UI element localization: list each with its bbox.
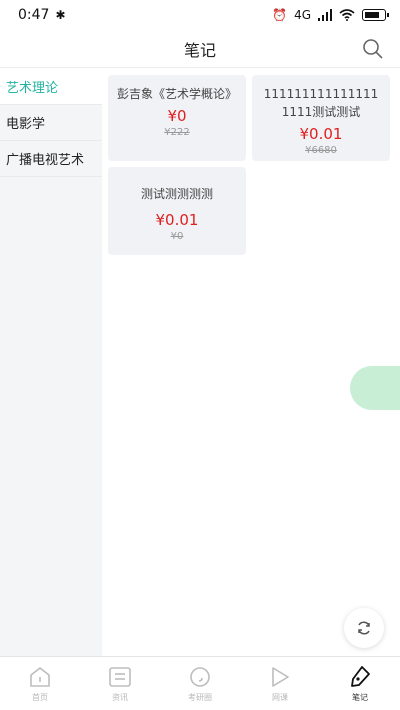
tab-label: 笔记 <box>352 692 368 702</box>
alarm-icon: ⏰ <box>272 8 288 22</box>
wifi-icon <box>339 9 355 21</box>
tab-notes[interactable]: 笔记 <box>320 657 400 710</box>
tab-label: 首页 <box>32 692 48 702</box>
battery-icon <box>362 9 389 21</box>
sidebar-item-film-studies[interactable]: 电影学 <box>0 105 102 141</box>
status-right: ⏰ 4G <box>272 8 389 22</box>
note-card-original-price: ¥222 <box>164 127 190 138</box>
tab-online-course[interactable]: 网课 <box>240 657 320 710</box>
note-card-title: 测试测测测测 <box>140 187 213 201</box>
tab-news[interactable]: 资讯 <box>80 657 160 710</box>
sidebar-item-label: 艺术理论 <box>6 81 59 96</box>
signal-label: 4G <box>294 8 311 22</box>
note-card-original-price: ¥0 <box>170 231 184 242</box>
circle-icon <box>190 666 210 687</box>
sidebar-item-art-theory[interactable]: 艺术理论 <box>0 69 102 105</box>
signal-icon <box>318 9 332 21</box>
note-card-original-price: ¥6680 <box>305 145 337 156</box>
refresh-icon <box>358 621 370 635</box>
header: 笔记 <box>0 30 400 68</box>
notes-grid: 彭吉象《艺术学概论》 ¥0 ¥222 1111111111111111111测试… <box>102 69 400 656</box>
bottom-tab-bar: 首页 资讯 考研圈 网课 笔记 <box>0 656 400 710</box>
home-icon <box>30 666 50 687</box>
tab-label: 资讯 <box>112 692 128 702</box>
note-card-price: ¥0.01 <box>299 125 343 143</box>
sidebar-item-label: 广播电视艺术 <box>6 153 85 168</box>
status-left: 0:47 ✱ <box>18 7 66 23</box>
note-card[interactable]: 测试测测测测 ¥0.01 ¥0 <box>108 167 246 255</box>
search-icon[interactable] <box>360 36 386 62</box>
note-card[interactable]: 1111111111111111111测试测试 ¥0.01 ¥6680 <box>252 75 390 161</box>
play-icon <box>272 666 289 687</box>
status-time: 0:47 <box>18 7 50 23</box>
pen-icon <box>351 665 370 687</box>
note-card-price: ¥0.01 <box>155 211 199 229</box>
tab-label: 网课 <box>272 692 288 702</box>
page-title: 笔记 <box>183 40 216 60</box>
sidebar-item-broadcast-tv-art[interactable]: 广播电视艺术 <box>0 141 102 177</box>
tab-label: 考研圈 <box>188 692 212 702</box>
status-bar: 0:47 ✱ ⏰ 4G <box>0 0 400 30</box>
news-icon <box>109 666 131 687</box>
tab-home[interactable]: 首页 <box>0 657 80 710</box>
bluetooth-icon: ✱ <box>55 8 66 22</box>
note-card-title: 彭吉象《艺术学概论》 <box>116 87 237 101</box>
note-card[interactable]: 彭吉象《艺术学概论》 ¥0 ¥222 <box>108 75 246 161</box>
tab-exam-circle[interactable]: 考研圈 <box>160 657 240 710</box>
refresh-button[interactable] <box>344 608 384 648</box>
note-card-title: 1111111111111111111测试测试 <box>263 87 379 119</box>
category-sidebar: 艺术理论 电影学 广播电视艺术 <box>0 69 102 656</box>
sidebar-item-label: 电影学 <box>6 117 46 132</box>
note-card-price: ¥0 <box>167 107 187 125</box>
floating-bubble[interactable] <box>350 366 400 410</box>
